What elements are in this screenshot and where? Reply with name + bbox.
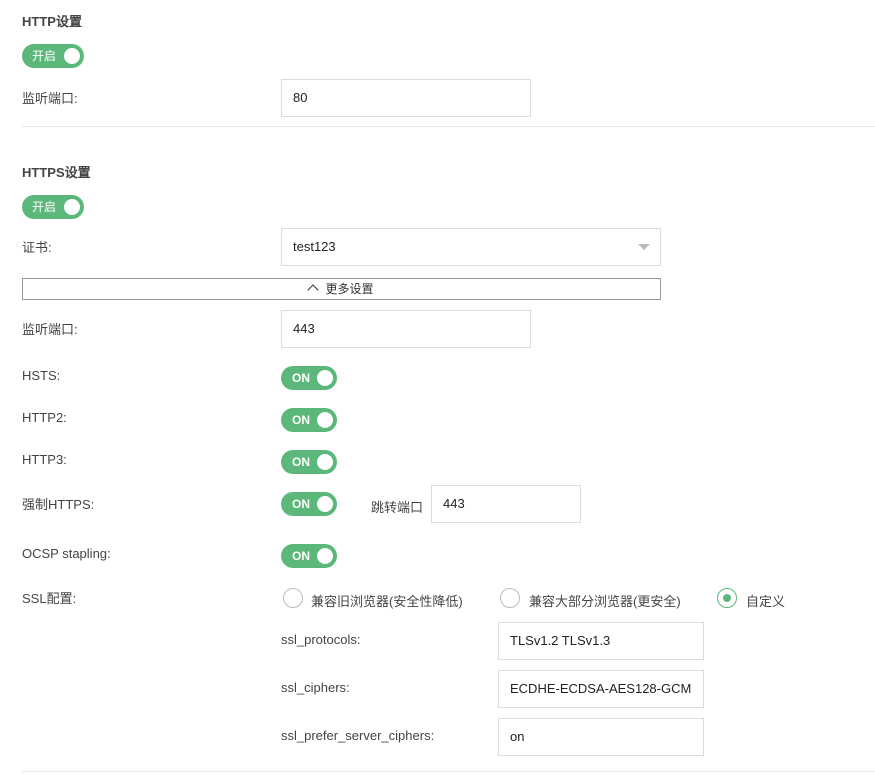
hsts-toggle-label: ON bbox=[292, 371, 310, 385]
section-divider bbox=[22, 771, 875, 772]
toggle-knob bbox=[317, 454, 333, 470]
https-enable-toggle-label: 开启 bbox=[32, 200, 57, 214]
toggle-knob bbox=[64, 199, 80, 215]
chevron-down-icon bbox=[638, 244, 650, 250]
redirect-port-label: 跳转端口 bbox=[371, 500, 424, 515]
ssl-ciphers-input[interactable]: ECDHE-ECDSA-AES128-GCM bbox=[498, 670, 704, 708]
http-section-title: HTTP设置 bbox=[22, 14, 82, 29]
chevron-up-icon bbox=[307, 284, 320, 296]
http2-label: HTTP2: bbox=[22, 410, 67, 425]
ssl-radio-custom-label[interactable]: 自定义 bbox=[746, 591, 785, 610]
force-https-label: 强制HTTPS: bbox=[22, 497, 95, 512]
ssl-radio-legacy[interactable] bbox=[283, 588, 303, 608]
ocsp-toggle-label: ON bbox=[292, 549, 310, 563]
http2-toggle-label: ON bbox=[292, 413, 310, 427]
http-enable-toggle-label: 开启 bbox=[32, 49, 57, 63]
hsts-label: HSTS: bbox=[22, 368, 61, 383]
cert-label: 证书: bbox=[22, 240, 52, 255]
http3-toggle-label: ON bbox=[292, 455, 310, 469]
toggle-knob bbox=[317, 412, 333, 428]
section-divider bbox=[22, 126, 875, 127]
ssl-protocols-label: ssl_protocols: bbox=[281, 632, 361, 647]
redirect-port-input[interactable]: 443 bbox=[431, 485, 581, 523]
cert-select-value: test123 bbox=[293, 239, 336, 254]
more-settings-label: 更多设置 bbox=[325, 282, 374, 296]
ssl-config-label: SSL配置: bbox=[22, 591, 77, 606]
ssl-prefer-server-ciphers-label: ssl_prefer_server_ciphers: bbox=[281, 728, 435, 743]
toggle-knob bbox=[317, 548, 333, 564]
radio-selected-dot bbox=[723, 594, 731, 602]
hsts-toggle[interactable]: ON bbox=[281, 366, 337, 390]
force-https-toggle[interactable]: ON bbox=[281, 492, 337, 516]
toggle-knob bbox=[317, 496, 333, 512]
ocsp-label: OCSP stapling: bbox=[22, 546, 111, 561]
ssl-radio-modern-label[interactable]: 兼容大部分浏览器(更安全) bbox=[529, 591, 681, 610]
ssl-prefer-server-ciphers-input[interactable]: on bbox=[498, 718, 704, 756]
toggle-knob bbox=[317, 370, 333, 386]
more-settings-button[interactable]: 更多设置 bbox=[22, 278, 661, 300]
ssl-protocols-input[interactable]: TLSv1.2 TLSv1.3 bbox=[498, 622, 704, 660]
cert-select[interactable]: test123 bbox=[281, 228, 661, 266]
ocsp-toggle[interactable]: ON bbox=[281, 544, 337, 568]
force-https-toggle-label: ON bbox=[292, 497, 310, 511]
http-port-input[interactable]: 80 bbox=[281, 79, 531, 117]
http-enable-toggle[interactable]: 开启 bbox=[22, 44, 84, 68]
ssl-radio-legacy-label[interactable]: 兼容旧浏览器(安全性降低) bbox=[311, 591, 463, 610]
http3-label: HTTP3: bbox=[22, 452, 67, 467]
https-port-input[interactable]: 443 bbox=[281, 310, 531, 348]
http-port-label: 监听端口: bbox=[22, 91, 78, 106]
https-section-title: HTTPS设置 bbox=[22, 165, 91, 180]
ssl-radio-modern[interactable] bbox=[500, 588, 520, 608]
toggle-knob bbox=[64, 48, 80, 64]
ssl-ciphers-label: ssl_ciphers: bbox=[281, 680, 350, 695]
http3-toggle[interactable]: ON bbox=[281, 450, 337, 474]
https-enable-toggle[interactable]: 开启 bbox=[22, 195, 84, 219]
ssl-radio-custom[interactable] bbox=[717, 588, 737, 608]
https-port-label: 监听端口: bbox=[22, 322, 78, 337]
http2-toggle[interactable]: ON bbox=[281, 408, 337, 432]
